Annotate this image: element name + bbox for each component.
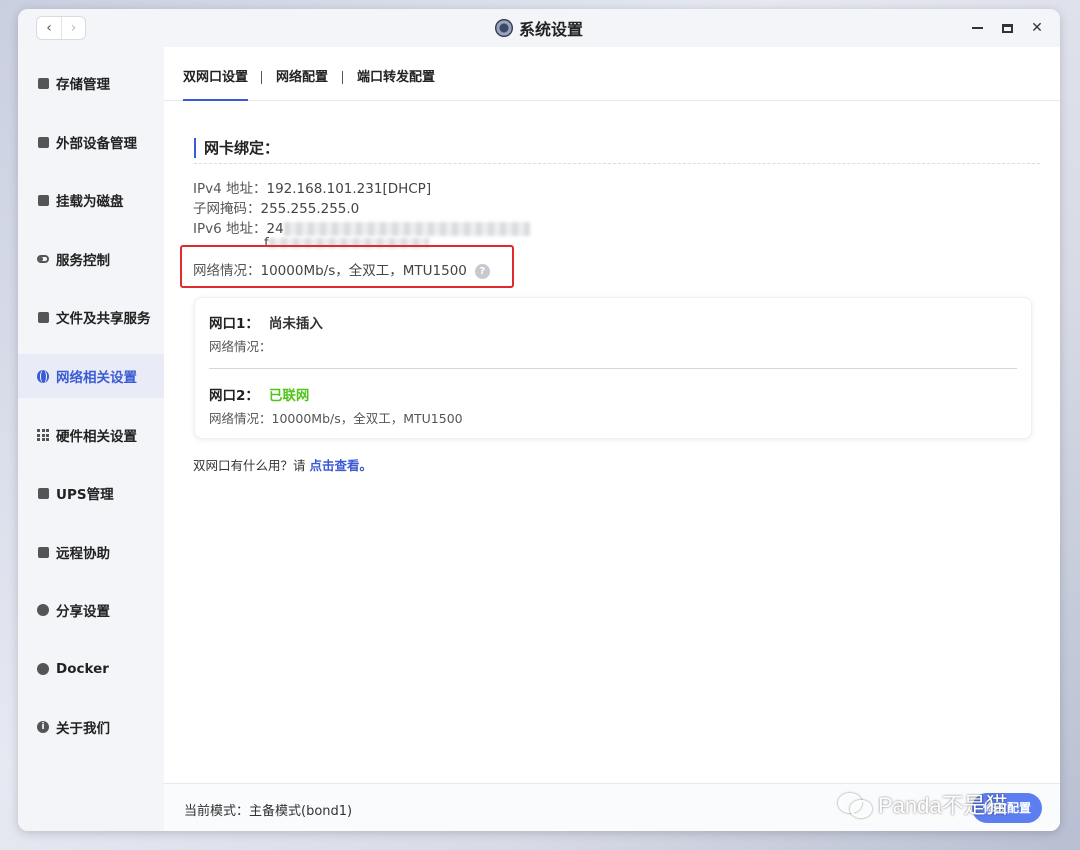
highlight-annotation	[180, 245, 514, 288]
sidebar-item-network[interactable]: 网络相关设置	[18, 354, 164, 398]
sidebar-item-service-control[interactable]: 服务控制	[18, 237, 164, 281]
port1-info: 网络情况：	[209, 336, 272, 355]
port1-title: 网口1：	[209, 316, 259, 332]
external-device-icon	[37, 136, 49, 148]
ports-card: 网口1： 尚未插入 网络情况： 网口2： 已联网 网络情况：10000Mb/s，全双…	[194, 297, 1032, 439]
help-text: 双网口有什么用？请	[193, 458, 310, 473]
sidebar-item-label: 存储管理	[56, 77, 110, 93]
remote-assist-icon	[37, 546, 49, 558]
window-title: 系统设置	[518, 20, 583, 39]
docker-icon	[37, 663, 49, 675]
wechat-icon	[838, 791, 872, 818]
maximize-icon	[1001, 23, 1013, 33]
sidebar: 存储管理 外部设备管理 挂载为磁盘 服务控制 文件及共享服务 网络相关设置 硬件…	[18, 47, 164, 831]
window-controls: ✕	[968, 17, 1046, 39]
tab-separator	[261, 71, 262, 84]
main-content: 双网口设置 网络配置 端口转发配置 网卡绑定： IPv4 地址：192.168.…	[164, 47, 1060, 831]
settings-window: ‹ › 系统设置 ✕ 存储管理 外部设备管理 挂载为磁盘 服务控制 文件及共享服…	[18, 9, 1060, 831]
port1-info-label: 网络情况：	[209, 339, 272, 354]
sidebar-item-label: 远程协助	[56, 546, 110, 562]
card-divider	[209, 368, 1017, 369]
sidebar-item-share-settings[interactable]: 分享设置	[18, 588, 164, 632]
port2-status: 已联网	[268, 388, 310, 404]
port1-title-row: 网口1： 尚未插入	[209, 312, 323, 332]
file-share-icon	[37, 311, 49, 323]
sidebar-item-label: 外部设备管理	[56, 136, 137, 152]
info-icon: i	[37, 721, 49, 733]
sidebar-item-label: 网络相关设置	[56, 370, 137, 386]
ipv4-value: 192.168.101.231[DHCP]	[266, 181, 432, 197]
globe-icon	[37, 369, 49, 383]
port2-title-row: 网口2： 已联网	[209, 384, 309, 404]
ups-icon	[37, 487, 49, 499]
ipv6-label: IPv6 地址：	[193, 221, 267, 237]
sidebar-item-hardware[interactable]: 硬件相关设置	[18, 413, 164, 457]
maximize-button[interactable]	[998, 17, 1016, 39]
sidebar-item-remote-assist[interactable]: 远程协助	[18, 530, 164, 574]
help-line: 双网口有什么用？请 点击查看。	[193, 455, 372, 474]
sidebar-item-ups[interactable]: UPS管理	[18, 471, 164, 515]
port2-info: 网络情况：10000Mb/s，全双工，MTU1500	[209, 408, 463, 427]
mask-row: 子网掩码：255.255.255.0	[193, 197, 359, 217]
sidebar-item-label: 文件及共享服务	[56, 311, 151, 327]
mask-value: 255.255.255.0	[260, 201, 360, 217]
mount-disk-icon	[37, 194, 49, 206]
sidebar-item-storage[interactable]: 存储管理	[18, 61, 164, 105]
sidebar-item-about[interactable]: i 关于我们	[18, 705, 164, 749]
watermark-text: Panda不是猫	[878, 793, 1008, 818]
sidebar-item-label: 服务控制	[56, 253, 110, 269]
sidebar-item-label: Docker	[56, 661, 109, 677]
port2-info-value: 10000Mb/s，全双工，MTU1500	[271, 411, 463, 426]
close-icon: ✕	[1031, 20, 1043, 36]
title-bar: ‹ › 系统设置 ✕	[18, 9, 1060, 47]
tab-separator	[342, 71, 343, 84]
current-mode-text: 当前模式：主备模式(bond1)	[184, 804, 353, 819]
app-logo-icon	[494, 19, 513, 37]
ipv4-label: IPv4 地址：	[193, 181, 267, 197]
sidebar-item-label: 挂载为磁盘	[56, 194, 124, 210]
storage-icon	[37, 77, 49, 89]
toggle-icon	[37, 253, 49, 265]
tab-port-forwarding[interactable]: 端口转发配置	[357, 47, 435, 101]
port2-title: 网口2：	[209, 388, 259, 404]
sidebar-item-label: 硬件相关设置	[56, 429, 137, 445]
ipv4-row: IPv4 地址：192.168.101.231[DHCP]	[193, 177, 431, 197]
tab-dual-port[interactable]: 双网口设置	[183, 47, 249, 101]
port1-status: 尚未插入	[268, 316, 323, 332]
close-button[interactable]: ✕	[1028, 17, 1046, 39]
section-title: 网卡绑定：	[194, 138, 279, 158]
watermark: Panda不是猫	[838, 786, 1008, 822]
window-title-area: 系统设置	[18, 9, 1060, 47]
ipv6-row: IPv6 地址：24	[193, 217, 530, 237]
tab-bar: 双网口设置 网络配置 端口转发配置	[164, 47, 1060, 101]
minimize-icon	[971, 27, 983, 29]
share-icon	[37, 604, 49, 616]
help-link[interactable]: 点击查看。	[309, 458, 372, 473]
sidebar-item-docker[interactable]: Docker	[18, 647, 164, 691]
ipv6-redacted	[283, 222, 530, 236]
sidebar-item-label: 关于我们	[56, 721, 110, 737]
sidebar-item-file-share[interactable]: 文件及共享服务	[18, 295, 164, 339]
minimize-button[interactable]	[968, 17, 986, 39]
tab-network-config[interactable]: 网络配置	[276, 47, 328, 101]
section-divider	[194, 163, 1040, 164]
mask-label: 子网掩码：	[193, 201, 261, 217]
grid-icon	[37, 429, 49, 441]
sidebar-item-mount-disk[interactable]: 挂载为磁盘	[18, 178, 164, 222]
sidebar-item-label: 分享设置	[56, 604, 110, 620]
port2-info-label: 网络情况：	[209, 411, 272, 426]
sidebar-item-label: UPS管理	[56, 487, 114, 503]
sidebar-item-external-devices[interactable]: 外部设备管理	[18, 120, 164, 164]
